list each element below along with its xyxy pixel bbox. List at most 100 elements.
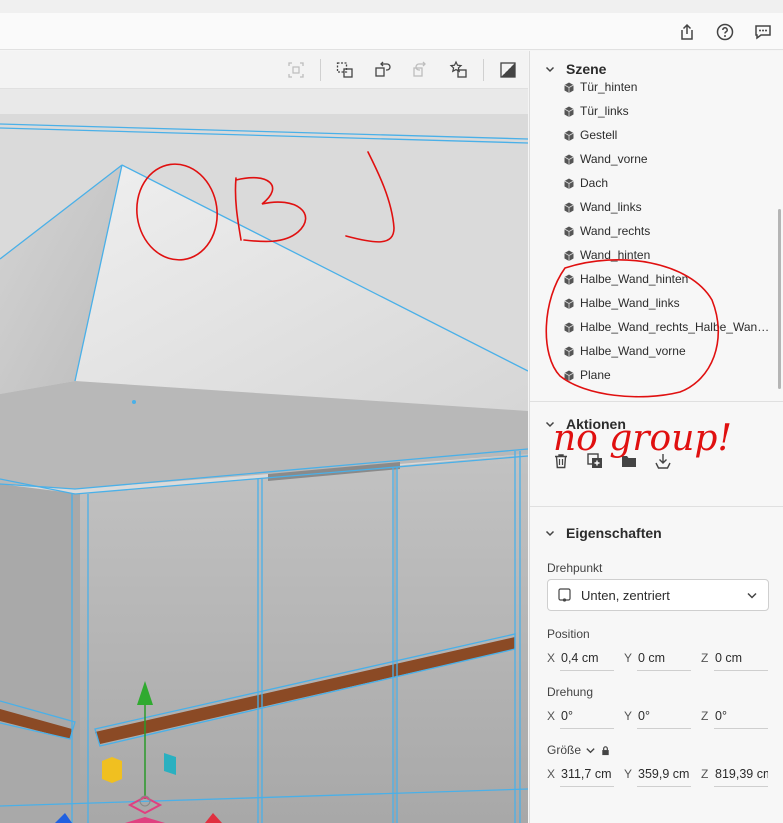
pivot-label: Drehpunkt (547, 561, 603, 575)
chevron-down-icon[interactable] (544, 63, 556, 75)
scene-item-label: Plane (580, 368, 611, 382)
wall-left (0, 484, 80, 823)
rotation-x-field[interactable]: 0° (560, 703, 614, 729)
size-z-field[interactable]: 819,39 cm (714, 761, 768, 787)
3d-viewport[interactable] (0, 51, 528, 823)
scene-item[interactable]: Dach (530, 171, 783, 195)
position-z-field[interactable]: 0 cm (714, 645, 768, 671)
scene-item[interactable]: Plane (530, 363, 783, 387)
actions-title: Aktionen (566, 416, 626, 432)
toolbar-separator (483, 59, 484, 81)
scene-item-label: Wand_vorne (580, 152, 648, 166)
toolbar-separator (320, 59, 321, 81)
add-favorite-icon[interactable] (445, 58, 473, 82)
duplicate-icon[interactable] (584, 450, 606, 472)
delete-icon[interactable] (550, 450, 572, 472)
download-icon[interactable] (652, 450, 674, 472)
scene-item-label: Dach (580, 176, 609, 190)
lock-icon[interactable] (600, 745, 611, 756)
size-label: Größe (547, 743, 582, 757)
scene-item-label: Halbe_Wand_hinten (580, 272, 689, 286)
rotation-row: X 0° Y 0° Z 0° (530, 701, 783, 731)
app-window: Szene Tür_hinten Tür_links Gestell Wand_vor… (0, 0, 783, 823)
scene-title: Szene (566, 61, 607, 77)
rotation-x-axis: X (547, 709, 556, 723)
chevron-down-icon[interactable] (585, 745, 596, 756)
pivot-point (132, 400, 136, 404)
top-strip (0, 0, 783, 13)
help-icon[interactable] (713, 20, 737, 44)
scene-item-label: Halbe_Wand_links (580, 296, 680, 310)
cube-icon (564, 226, 574, 237)
rotation-z-axis: Z (701, 709, 709, 723)
size-row: X 311,7 cm Y 359,9 cm Z 819,39 cm (530, 759, 783, 789)
position-y-field[interactable]: 0 cm (637, 645, 691, 671)
comments-icon[interactable] (751, 20, 775, 44)
cube-icon (564, 130, 574, 141)
scene-item[interactable]: Halbe_Wand_vorne (530, 339, 783, 363)
position-x-field[interactable]: 0,4 cm (560, 645, 614, 671)
rotation-y-axis: Y (624, 709, 633, 723)
cube-icon (564, 154, 574, 165)
scene-canvas[interactable] (0, 89, 528, 823)
chevron-down-icon[interactable] (544, 527, 556, 539)
rotation-label: Drehung (547, 685, 594, 699)
size-x-axis: X (547, 767, 556, 781)
properties-title: Eigenschaften (566, 525, 662, 541)
size-y-axis: Y (624, 767, 633, 781)
position-y-axis: Y (624, 651, 633, 665)
scene-item[interactable]: Wand_links (530, 195, 783, 219)
position-label: Position (547, 627, 590, 641)
scene-item[interactable]: Halbe_Wand_rechts_Halbe_Wand_r... (530, 315, 783, 339)
undo-transform-icon[interactable] (369, 58, 397, 82)
scene-item-label: Tür_hinten (580, 81, 638, 94)
group-select-icon[interactable] (331, 58, 359, 82)
position-row: X 0,4 cm Y 0 cm Z 0 cm (530, 643, 783, 673)
share-icon[interactable] (675, 20, 699, 44)
scene-item[interactable]: Wand_hinten (530, 243, 783, 267)
cube-icon (564, 250, 574, 261)
scene-item[interactable]: Gestell (530, 123, 783, 147)
size-y-field[interactable]: 359,9 cm (637, 761, 691, 787)
scene-item[interactable]: Halbe_Wand_hinten (530, 267, 783, 291)
scene-list: Tür_hinten Tür_links Gestell Wand_vorne Dach… (530, 81, 783, 401)
group-folder-icon[interactable] (618, 450, 640, 472)
properties-section-header[interactable]: Eigenschaften (530, 515, 783, 551)
scene-item-label: Gestell (580, 128, 618, 142)
rotation-z-field[interactable]: 0° (714, 703, 768, 729)
cube-icon (564, 82, 574, 93)
position-x-axis: X (547, 651, 556, 665)
size-label-row: Größe (530, 741, 783, 759)
scene-item[interactable]: Halbe_Wand_links (530, 291, 783, 315)
cube-icon (564, 178, 574, 189)
scene-item-label: Tür_links (580, 104, 629, 118)
scene-item-label: Wand_links (580, 200, 642, 214)
size-z-axis: Z (701, 767, 709, 781)
scene-item[interactable]: Tür_hinten (530, 81, 783, 99)
scene-list-scrollbar[interactable] (778, 209, 781, 389)
redo-transform-icon[interactable] (407, 58, 435, 82)
pivot-select[interactable]: Unten, zentriert (547, 579, 769, 611)
cube-icon (564, 202, 574, 213)
actions-section-header[interactable]: Aktionen (530, 406, 783, 442)
frame-selection-icon[interactable] (282, 58, 310, 82)
cube-icon (564, 346, 574, 357)
cube-icon (564, 370, 574, 381)
section-divider (530, 401, 783, 402)
scene-item[interactable]: Wand_vorne (530, 147, 783, 171)
position-z-axis: Z (701, 651, 709, 665)
size-x-field[interactable]: 311,7 cm (560, 761, 614, 787)
chevron-down-icon (747, 592, 757, 599)
scene-item[interactable]: Tür_links (530, 99, 783, 123)
cube-icon (564, 298, 574, 309)
scene-items: Tür_hinten Tür_links Gestell Wand_vorne Dach… (530, 81, 783, 387)
scene-item-label: Halbe_Wand_rechts_Halbe_Wand_r... (580, 320, 770, 334)
title-bar (0, 13, 783, 50)
scene-item-label: Wand_hinten (580, 248, 651, 262)
chevron-down-icon[interactable] (544, 418, 556, 430)
section-divider (530, 506, 783, 507)
rotation-y-field[interactable]: 0° (637, 703, 691, 729)
right-panel: Szene Tür_hinten Tür_links Gestell Wand_vor… (529, 51, 783, 823)
scene-item[interactable]: Wand_rechts (530, 219, 783, 243)
canvas-toggle-icon[interactable] (494, 58, 522, 82)
